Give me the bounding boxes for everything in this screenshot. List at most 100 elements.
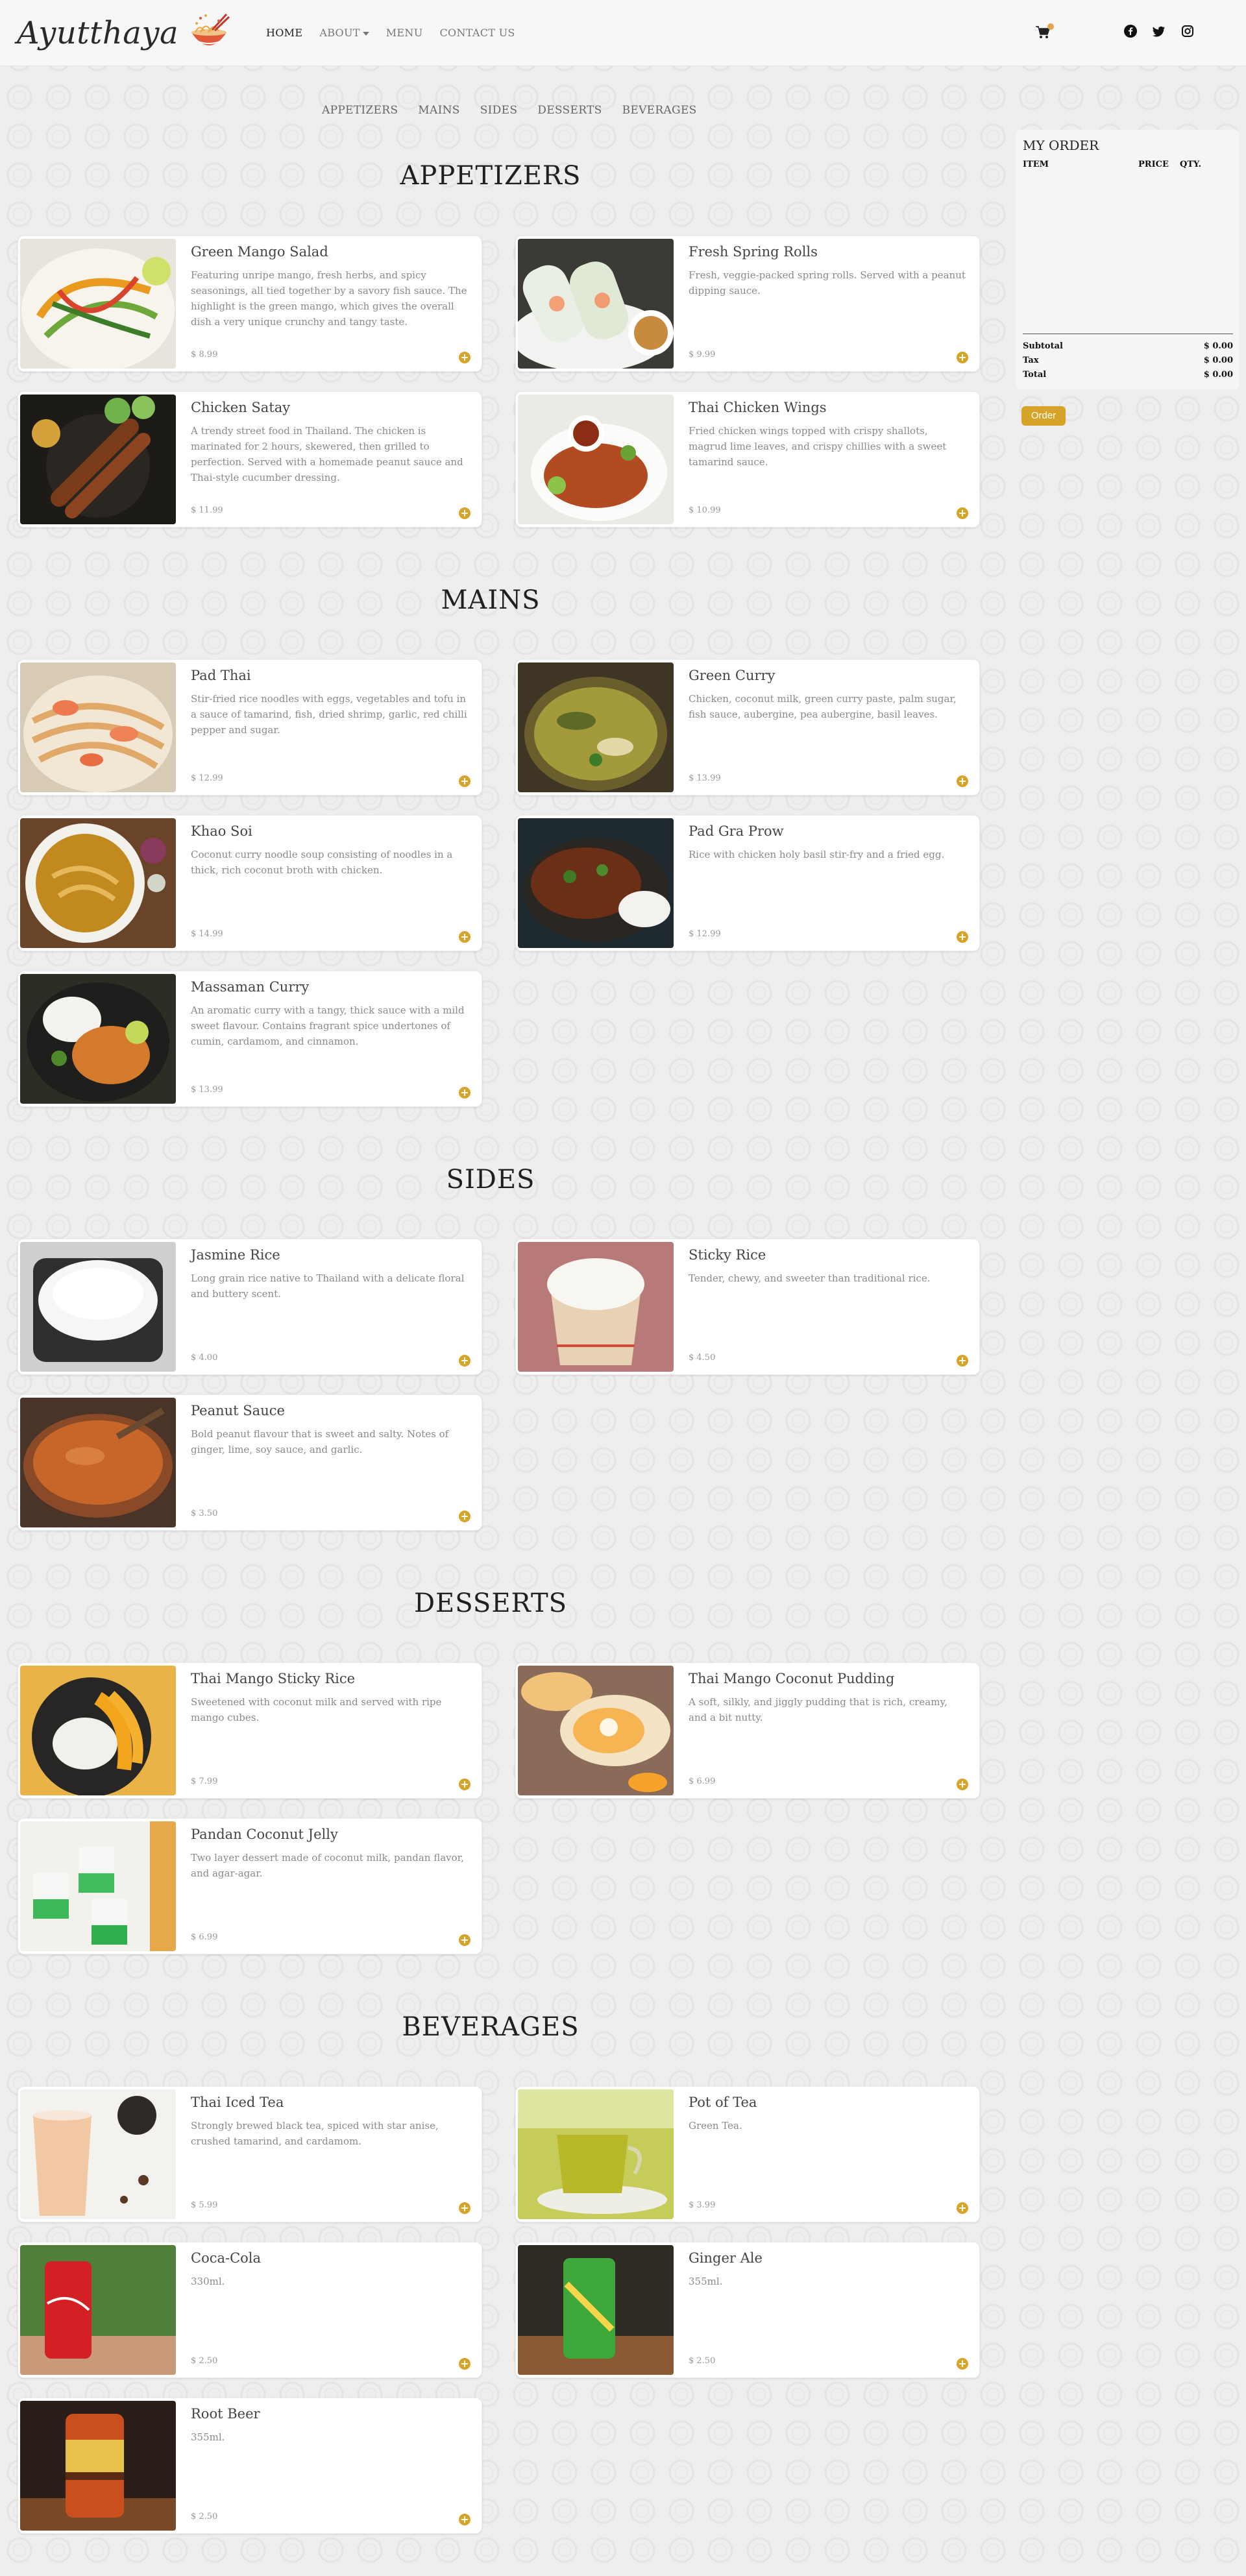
brand-name[interactable]: Ayutthaya	[17, 15, 178, 51]
category-link-appetizers[interactable]: APPETIZERS	[322, 104, 398, 117]
menu-card: Fresh Spring Rolls Fresh, veggie-packed …	[515, 236, 980, 372]
category-link-desserts[interactable]: DESSERTS	[537, 104, 602, 117]
category-link-mains[interactable]: MAINS	[418, 104, 459, 117]
add-to-order-button[interactable]: +	[957, 1779, 968, 1790]
menu-card: Jasmine Rice Long grain rice native to T…	[18, 1239, 482, 1375]
menu-card: Massaman Curry An aromatic curry with a …	[18, 971, 482, 1107]
add-to-order-button[interactable]: +	[459, 1087, 470, 1099]
add-to-order-button[interactable]: +	[459, 775, 470, 787]
dish-price: $ 8.99	[191, 350, 218, 359]
menu-card: Coca-Cola 330ml. $ 2.50 +	[18, 2242, 482, 2378]
dish-name: Massaman Curry	[191, 979, 310, 995]
dish-price: $ 6.99	[191, 1932, 218, 1942]
dish-description: A soft, silkly, and jiggly pudding that …	[689, 1696, 947, 1723]
order-column-price: PRICE	[1138, 160, 1169, 169]
dish-name: Thai Mango Sticky Rice	[191, 1671, 356, 1686]
tax-row: Tax $ 0.00	[1023, 356, 1233, 365]
dish-price: $ 7.99	[191, 1777, 218, 1786]
total-label: Total	[1023, 370, 1047, 380]
dish-photo	[20, 1242, 176, 1372]
instagram-icon[interactable]	[1181, 25, 1194, 38]
dish-description: 330ml.	[191, 2276, 225, 2287]
subtotal-row: Subtotal $ 0.00	[1023, 341, 1233, 351]
dish-photo	[20, 974, 176, 1104]
nav-home[interactable]: HOME	[266, 27, 302, 39]
menu-card: Khao Soi Coconut curry noodle soup consi…	[18, 815, 482, 951]
dish-description: Two layer dessert made of coconut milk, …	[191, 1852, 464, 1879]
brand[interactable]: Ayutthaya	[17, 12, 232, 55]
dish-description: Sweetened with coconut milk and served w…	[191, 1696, 442, 1723]
section-title-sides: SIDES	[446, 1165, 535, 1195]
category-link-beverages[interactable]: BEVERAGES	[622, 104, 697, 117]
category-link-sides[interactable]: SIDES	[480, 104, 518, 117]
add-to-order-button[interactable]: +	[957, 775, 968, 787]
total-row: Total $ 0.00	[1023, 370, 1233, 380]
nav-menu[interactable]: MENU	[386, 27, 423, 39]
nav-contact[interactable]: CONTACT US	[439, 27, 515, 39]
dish-price: $ 3.50	[191, 1509, 218, 1518]
dish-price: $ 2.50	[689, 2356, 716, 2366]
dish-photo	[518, 818, 674, 948]
section-title-beverages: BEVERAGES	[402, 2012, 580, 2042]
add-to-order-button[interactable]: +	[957, 931, 968, 943]
dish-description: 355ml.	[191, 2431, 225, 2443]
section-title-desserts: DESSERTS	[413, 1588, 568, 1618]
dish-photo	[20, 1398, 176, 1527]
dish-photo	[518, 662, 674, 792]
add-to-order-button[interactable]: +	[459, 507, 470, 519]
order-column-item: ITEM	[1023, 160, 1049, 169]
order-button[interactable]: Order	[1021, 406, 1066, 426]
dish-name: Root Beer	[191, 2406, 260, 2422]
add-to-order-button[interactable]: +	[459, 1934, 470, 1946]
dish-photo	[518, 2245, 674, 2375]
noodle-bowl-icon	[191, 13, 230, 45]
dish-description: Stir-fried rice noodles with eggs, veget…	[191, 693, 467, 736]
dish-price: $ 2.50	[191, 2512, 218, 2521]
tax-value: $ 0.00	[1203, 356, 1233, 365]
subtotal-label: Subtotal	[1023, 341, 1063, 351]
dish-name: Thai Mango Coconut Pudding	[689, 1671, 895, 1686]
dish-description: Featuring unripe mango, fresh herbs, and…	[191, 269, 467, 328]
section-title-appetizers: APPETIZERS	[400, 161, 581, 191]
dish-photo	[20, 395, 176, 524]
add-to-order-button[interactable]: +	[957, 352, 968, 363]
menu-card: Ginger Ale 355ml. $ 2.50 +	[515, 2242, 980, 2378]
dish-description: Bold peanut flavour that is sweet and sa…	[191, 1428, 449, 1455]
add-to-order-button[interactable]: +	[957, 1355, 968, 1367]
add-to-order-button[interactable]: +	[459, 1355, 470, 1367]
add-to-order-button[interactable]: +	[459, 1779, 470, 1790]
dish-name: Peanut Sauce	[191, 1403, 285, 1418]
dish-price: $ 4.50	[689, 1353, 716, 1363]
dish-description: Rice with chicken holy basil stir-fry an…	[689, 849, 945, 860]
dish-photo	[518, 395, 674, 524]
menu-card: Root Beer 355ml. $ 2.50 +	[18, 2398, 482, 2534]
dish-price: $ 10.99	[689, 505, 721, 515]
add-to-order-button[interactable]: +	[459, 2358, 470, 2370]
add-to-order-button[interactable]: +	[957, 2358, 968, 2370]
cart-button[interactable]	[1036, 23, 1054, 40]
menu-card: Green Curry Chicken, coconut milk, green…	[515, 659, 980, 796]
dish-photo	[20, 239, 176, 369]
main-nav: HOME ABOUT MENU CONTACT US	[266, 27, 532, 39]
add-to-order-button[interactable]: +	[459, 352, 470, 363]
add-to-order-button[interactable]: +	[459, 1511, 470, 1522]
add-to-order-button[interactable]: +	[957, 507, 968, 519]
add-to-order-button[interactable]: +	[957, 2202, 968, 2214]
tax-label: Tax	[1023, 356, 1039, 365]
dish-price: $ 11.99	[191, 505, 223, 515]
twitter-icon[interactable]	[1153, 25, 1166, 38]
menu-card: Green Mango Salad Featuring unripe mango…	[18, 236, 482, 372]
dish-name: Sticky Rice	[689, 1247, 766, 1263]
dish-name: Jasmine Rice	[191, 1247, 280, 1263]
dish-description: An aromatic curry with a tangy, thick sa…	[191, 1004, 465, 1047]
dish-price: $ 2.50	[191, 2356, 218, 2366]
facebook-icon[interactable]	[1124, 25, 1137, 38]
dish-description: Tender, chewy, and sweeter than traditio…	[689, 1272, 931, 1284]
subtotal-value: $ 0.00	[1203, 341, 1233, 351]
add-to-order-button[interactable]: +	[459, 2514, 470, 2525]
nav-about-dropdown[interactable]: ABOUT	[319, 27, 369, 39]
add-to-order-button[interactable]: +	[459, 931, 470, 943]
menu-card: Pad Gra Prow Rice with chicken holy basi…	[515, 815, 980, 951]
total-value: $ 0.00	[1203, 370, 1233, 380]
add-to-order-button[interactable]: +	[459, 2202, 470, 2214]
